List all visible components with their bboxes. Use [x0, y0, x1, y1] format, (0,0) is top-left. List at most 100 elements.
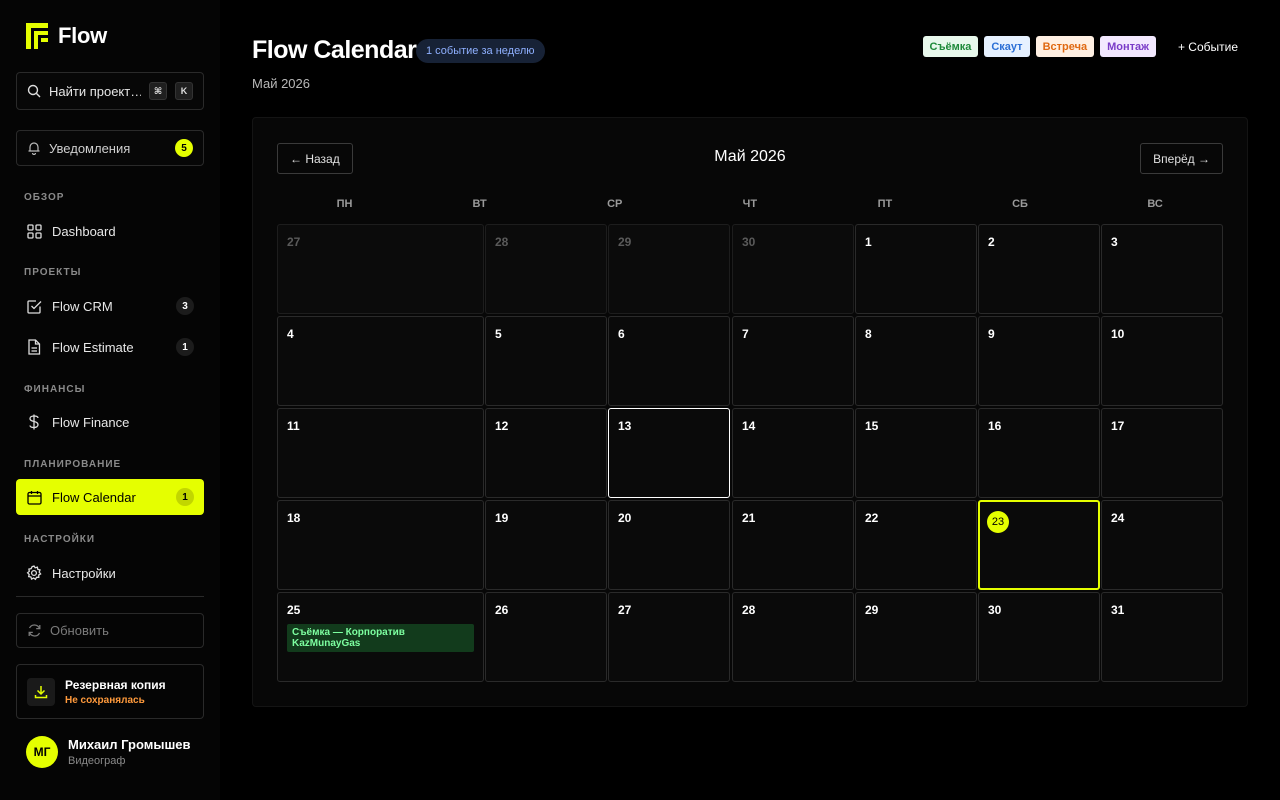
- calendar-day[interactable]: 17: [1101, 408, 1223, 498]
- day-number: 28: [742, 603, 756, 617]
- sidebar-item-flow-finance[interactable]: Flow Finance: [16, 404, 204, 440]
- grid-icon: [26, 223, 42, 239]
- calendar-day[interactable]: 3: [1101, 224, 1223, 314]
- sidebar-item-flow-crm[interactable]: Flow CRM 3: [16, 288, 204, 324]
- day-number: 10: [1111, 327, 1125, 341]
- calendar-panel: ← Назад Май 2026 Вперёд → ПН ВТ СР ЧТ ПТ…: [252, 117, 1248, 707]
- day-number: 16: [988, 419, 1002, 433]
- tag-shooting[interactable]: Съёмка: [922, 36, 979, 57]
- backup-card[interactable]: Резервная копия Не сохранялась: [16, 664, 204, 719]
- calendar-day[interactable]: 8: [855, 316, 977, 406]
- sidebar-item-settings[interactable]: Настройки: [16, 555, 204, 591]
- calendar-day[interactable]: 11: [277, 408, 484, 498]
- page-title: Flow Calendar: [252, 36, 417, 64]
- day-number: 30: [988, 603, 1002, 617]
- day-number: 25: [287, 603, 301, 617]
- user-profile[interactable]: МГ Михаил Громышев Видеограф: [26, 736, 191, 768]
- next-month-button[interactable]: Вперёд →: [1140, 143, 1223, 174]
- day-number: 23: [987, 511, 1009, 533]
- sidebar-item-label: Dashboard: [52, 223, 116, 239]
- notifications-count-badge: 5: [175, 139, 193, 157]
- weekday-label: ВТ: [472, 198, 487, 210]
- calendar-day[interactable]: 14: [732, 408, 854, 498]
- tag-meeting[interactable]: Встреча: [1035, 36, 1095, 57]
- calendar-day[interactable]: 29: [608, 224, 730, 314]
- week-events-badge: 1 событие за неделю: [416, 39, 545, 63]
- tag-scout[interactable]: Скаут: [984, 36, 1030, 57]
- add-event-button[interactable]: + Событие: [1168, 36, 1248, 57]
- calendar-day[interactable]: 2: [978, 224, 1100, 314]
- calendar-day[interactable]: 18: [277, 500, 484, 590]
- user-name: Михаил Громышев: [68, 737, 191, 752]
- day-number: 11: [287, 419, 300, 433]
- calendar-day[interactable]: 28: [485, 224, 607, 314]
- sidebar-item-label: Настройки: [52, 565, 116, 581]
- day-number: 20: [618, 511, 632, 525]
- event-type-legend: Съёмка Скаут Встреча Монтаж + Событие: [922, 36, 1248, 57]
- section-title-overview: ОБЗОР: [24, 192, 65, 203]
- calendar-day[interactable]: 13: [608, 408, 730, 498]
- gear-icon: [26, 565, 42, 581]
- count-badge: 1: [176, 338, 194, 356]
- day-number: 30: [742, 235, 756, 249]
- checkbox-icon: [26, 298, 42, 314]
- day-number: 12: [495, 419, 509, 433]
- bell-icon: [28, 142, 40, 155]
- shortcut-cmd-key: ⌘: [149, 82, 167, 100]
- day-number: 28: [495, 235, 509, 249]
- calendar-day[interactable]: 24: [1101, 500, 1223, 590]
- calendar-day[interactable]: 27: [608, 592, 730, 682]
- calendar-day[interactable]: 30: [732, 224, 854, 314]
- day-number: 29: [618, 235, 632, 249]
- calendar-day[interactable]: 27: [277, 224, 484, 314]
- document-icon: [26, 339, 42, 355]
- calendar-day[interactable]: 19: [485, 500, 607, 590]
- weekday-label: ПН: [336, 198, 353, 210]
- sidebar-item-label: Flow Calendar: [52, 489, 136, 505]
- avatar: МГ: [26, 736, 58, 768]
- calendar-day[interactable]: 6: [608, 316, 730, 406]
- calendar-day[interactable]: 10: [1101, 316, 1223, 406]
- day-number: 21: [742, 511, 756, 525]
- dollar-icon: [26, 414, 42, 430]
- refresh-icon: [28, 624, 41, 637]
- calendar-icon: [26, 489, 42, 505]
- calendar-day[interactable]: 4: [277, 316, 484, 406]
- calendar-day[interactable]: 7: [732, 316, 854, 406]
- calendar-day[interactable]: 21: [732, 500, 854, 590]
- page-subtitle: Май 2026: [252, 76, 310, 91]
- sidebar-item-flow-calendar[interactable]: Flow Calendar 1: [16, 479, 204, 515]
- calendar-day[interactable]: 15: [855, 408, 977, 498]
- refresh-label: Обновить: [50, 623, 109, 638]
- sidebar-item-flow-estimate[interactable]: Flow Estimate 1: [16, 329, 204, 365]
- sidebar-item-dashboard[interactable]: Dashboard: [16, 213, 204, 249]
- calendar-day[interactable]: 16: [978, 408, 1100, 498]
- calendar-day[interactable]: 9: [978, 316, 1100, 406]
- calendar-day[interactable]: 1: [855, 224, 977, 314]
- day-number: 9: [988, 327, 995, 341]
- day-number: 19: [495, 511, 509, 525]
- calendar-day[interactable]: 22: [855, 500, 977, 590]
- day-number: 26: [495, 603, 509, 617]
- calendar-day-today[interactable]: 23: [978, 500, 1100, 590]
- calendar-day[interactable]: 25 Съёмка — Корпоратив KazMunayGas: [277, 592, 484, 682]
- app-logo[interactable]: Flow: [26, 23, 107, 49]
- notifications-button[interactable]: Уведомления 5: [16, 130, 204, 166]
- calendar-day[interactable]: 28: [732, 592, 854, 682]
- calendar-day[interactable]: 5: [485, 316, 607, 406]
- weekday-label: ВС: [1147, 198, 1163, 210]
- calendar-day[interactable]: 30: [978, 592, 1100, 682]
- calendar-day[interactable]: 26: [485, 592, 607, 682]
- calendar-day[interactable]: 20: [608, 500, 730, 590]
- user-role: Видеограф: [68, 755, 126, 767]
- day-number: 7: [742, 327, 749, 341]
- app-name: Flow: [58, 23, 107, 48]
- calendar-day[interactable]: 31: [1101, 592, 1223, 682]
- refresh-button[interactable]: Обновить: [16, 613, 204, 648]
- download-icon: [27, 677, 55, 706]
- calendar-day[interactable]: 29: [855, 592, 977, 682]
- calendar-day[interactable]: 12: [485, 408, 607, 498]
- calendar-event[interactable]: Съёмка — Корпоратив KazMunayGas: [287, 624, 474, 652]
- tag-editing[interactable]: Монтаж: [1100, 36, 1156, 57]
- search-input[interactable]: Найти проект… ⌘ K: [16, 72, 204, 110]
